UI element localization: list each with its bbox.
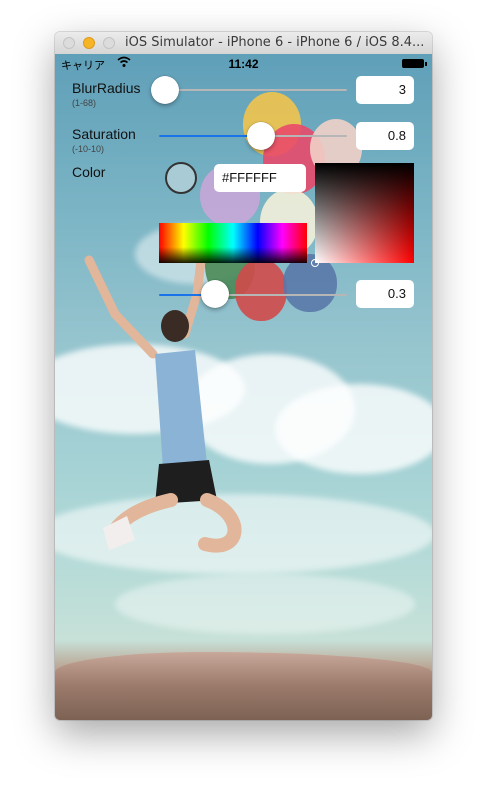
hue-picker-shade: [159, 223, 307, 263]
color-swatch[interactable]: [165, 162, 197, 194]
color-label: Color: [72, 164, 106, 180]
alpha-slider-track[interactable]: [159, 294, 347, 296]
cloud-shape: [115, 574, 415, 634]
blur-radius-slider-thumb[interactable]: [150, 76, 179, 104]
blur-radius-value-field[interactable]: 3: [356, 76, 414, 104]
alpha-value-field[interactable]: 0.3: [356, 280, 414, 308]
status-bar: キャリア 11:42: [55, 54, 432, 74]
window-title: iOS Simulator - iPhone 6 - iPhone 6 / iO…: [125, 35, 425, 50]
battery-icon: [402, 59, 427, 68]
saturation-value-field[interactable]: 0.8: [356, 122, 414, 150]
saturation-slider-thumb[interactable]: [246, 122, 275, 150]
color-hex-field[interactable]: #FFFFFF: [214, 164, 306, 192]
mountain-rock-image: [55, 652, 432, 720]
blur-radius-label: BlurRadius: [72, 80, 141, 96]
cloud-shape: [275, 384, 432, 474]
window-titlebar: iOS Simulator - iPhone 6 - iPhone 6 / iO…: [55, 32, 432, 55]
blur-radius-slider-track[interactable]: [159, 89, 347, 91]
close-window-button[interactable]: [63, 37, 75, 49]
saturation-brightness-marker[interactable]: [311, 259, 319, 267]
hue-picker[interactable]: [159, 223, 307, 263]
saturation-slider-fill: [159, 135, 261, 137]
minimize-window-button[interactable]: [83, 37, 95, 49]
simulator-window: iOS Simulator - iPhone 6 - iPhone 6 / iO…: [55, 32, 432, 720]
saturation-range: (-10-10): [72, 144, 105, 154]
device-screen: キャリア 11:42 BlurRadius (1-68) 3 Saturatio…: [55, 54, 432, 720]
jumping-person-image: [84, 254, 242, 553]
zoom-window-button[interactable]: [103, 37, 115, 49]
saturation-label: Saturation: [72, 126, 136, 142]
saturation-brightness-picker[interactable]: [311, 163, 414, 267]
blur-radius-range: (1-68): [72, 98, 97, 108]
status-time: 11:42: [228, 57, 259, 71]
